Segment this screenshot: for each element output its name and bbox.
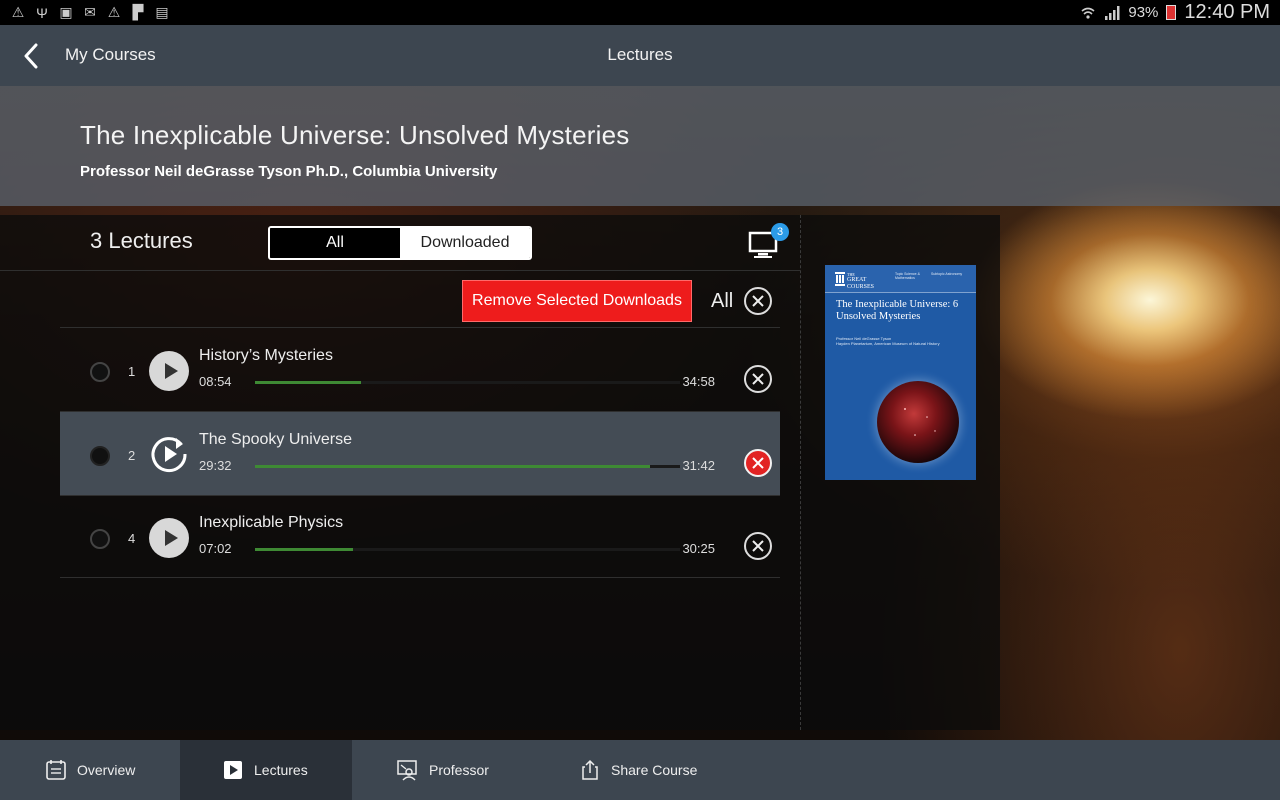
filter-segmented-control: All Downloaded xyxy=(268,226,532,260)
nav-overview[interactable]: Overview xyxy=(45,740,135,800)
select-radio[interactable] xyxy=(90,362,110,382)
cover-title: The Inexplicable Universe: 6 Unsolved My… xyxy=(836,299,959,322)
play-icon xyxy=(164,530,178,546)
lecture-list-area: 3 Lectures All Downloaded 3 Remove Selec… xyxy=(0,215,800,730)
nav-share-course[interactable]: Share Course xyxy=(579,740,697,800)
mail-icon: ✉ xyxy=(84,4,96,20)
wifi-icon xyxy=(1080,5,1096,21)
duration: 31:42 xyxy=(682,458,715,473)
nav-label: Lectures xyxy=(254,762,308,778)
lecture-count: 3 Lectures xyxy=(90,228,193,253)
panel-divider xyxy=(800,215,801,730)
warning-icon: ⚠ xyxy=(11,4,25,20)
play-button[interactable] xyxy=(149,518,189,558)
play-icon xyxy=(164,363,178,379)
lecture-row[interactable]: 4 Inexplicable Physics 07:02 30:25 xyxy=(60,495,780,578)
cover-topic: Topic Science & Mathematics xyxy=(895,272,920,280)
progress-track xyxy=(255,548,680,551)
nav-label: Overview xyxy=(77,762,136,778)
flipboard-icon: ▛ xyxy=(132,4,144,20)
close-icon xyxy=(752,540,764,552)
nav-label: Professor xyxy=(429,762,489,778)
divider xyxy=(60,577,780,578)
progress-fill xyxy=(255,381,362,384)
course-cover-image[interactable]: THE GREAT COURSES Topic Science & Mathem… xyxy=(825,265,976,480)
app-bar: My Courses Lectures xyxy=(0,25,1280,86)
course-title: The Inexplicable Universe: Unsolved Myst… xyxy=(80,120,630,150)
select-radio[interactable] xyxy=(90,446,110,466)
elapsed-time: 07:02 xyxy=(199,541,232,556)
warning-icon: ⚠ xyxy=(107,4,121,20)
image-icon: ▣ xyxy=(59,4,73,20)
signal-icon xyxy=(1104,5,1120,21)
progress-fill xyxy=(255,548,353,551)
elapsed-time: 08:54 xyxy=(199,374,232,389)
battery-icon xyxy=(1166,5,1177,20)
duration: 34:58 xyxy=(682,374,715,389)
select-all-label[interactable]: All xyxy=(711,290,733,313)
replay-button[interactable] xyxy=(149,434,189,474)
filter-all-tab[interactable]: All xyxy=(270,228,400,258)
progress-track xyxy=(255,381,680,384)
progress-fill xyxy=(255,465,651,468)
course-professor: Professor Neil deGrasse Tyson Ph.D., Col… xyxy=(80,163,498,180)
system-indicators: 93% 12:40 PM xyxy=(1080,1,1270,24)
cast-button[interactable]: 3 xyxy=(746,221,790,261)
nav-lectures[interactable]: Lectures xyxy=(180,740,352,800)
course-header: The Inexplicable Universe: Unsolved Myst… xyxy=(0,86,1280,206)
cover-subtopic: Subtopic Astronomy xyxy=(931,272,963,276)
cover-header-band: THE GREAT COURSES Topic Science & Mathem… xyxy=(825,265,976,293)
nav-professor[interactable]: Professor xyxy=(397,740,489,800)
professor-icon xyxy=(397,759,419,781)
usb-icon: Ψ xyxy=(36,4,48,21)
lecture-number: 2 xyxy=(128,448,136,463)
select-radio[interactable] xyxy=(90,529,110,549)
play-square-icon xyxy=(222,759,244,781)
remove-all-button[interactable] xyxy=(744,287,772,315)
bottom-navigation: Overview Lectures Professor Share Course xyxy=(0,740,1280,800)
filter-downloaded-tab[interactable]: Downloaded xyxy=(400,228,530,258)
close-icon xyxy=(752,457,764,469)
page-title: Lectures xyxy=(607,45,673,64)
lecture-title: Inexplicable Physics xyxy=(199,514,344,531)
play-button[interactable] xyxy=(149,351,189,391)
divider xyxy=(0,270,800,271)
elapsed-time: 29:32 xyxy=(199,458,232,473)
calendar-icon xyxy=(45,759,67,781)
cover-logo-text: THE GREAT COURSES xyxy=(847,272,875,290)
lecture-row[interactable]: 1 History’s Mysteries 08:54 34:58 xyxy=(60,328,780,411)
cover-globe-art xyxy=(865,369,971,475)
duration: 30:25 xyxy=(682,541,715,556)
close-icon xyxy=(752,373,764,385)
lecture-title: History’s Mysteries xyxy=(199,347,333,364)
battery-percent: 93% xyxy=(1128,4,1159,21)
columns-logo-icon xyxy=(835,272,845,286)
remove-selected-downloads-button[interactable]: Remove Selected Downloads xyxy=(462,280,692,322)
cover-author: Professor Neil deGrasse Tyson Hayden Plan… xyxy=(836,336,940,346)
lecture-number: 4 xyxy=(128,531,136,546)
notification-icons: ⚠ Ψ ▣ ✉ ⚠ ▛ ▤ xyxy=(10,4,170,21)
remove-download-button[interactable] xyxy=(744,365,772,393)
lecture-number: 1 xyxy=(128,364,136,379)
progress-track xyxy=(255,465,680,468)
clock: 12:40 PM xyxy=(1184,1,1270,23)
nav-label: Share Course xyxy=(611,762,698,778)
lecture-row[interactable]: 2 The Spooky Universe 29:32 31:42 xyxy=(60,412,780,495)
remove-download-button[interactable] xyxy=(744,449,772,477)
lecture-title: The Spooky Universe xyxy=(199,431,352,448)
cast-count-badge: 3 xyxy=(771,223,789,241)
status-bar: ⚠ Ψ ▣ ✉ ⚠ ▛ ▤ 93% 12:40 PM xyxy=(0,0,1280,25)
download-status-icon: ▤ xyxy=(155,4,169,20)
replay-icon xyxy=(151,437,187,473)
close-icon xyxy=(752,295,764,307)
remove-download-button[interactable] xyxy=(744,532,772,560)
share-icon xyxy=(579,759,601,781)
